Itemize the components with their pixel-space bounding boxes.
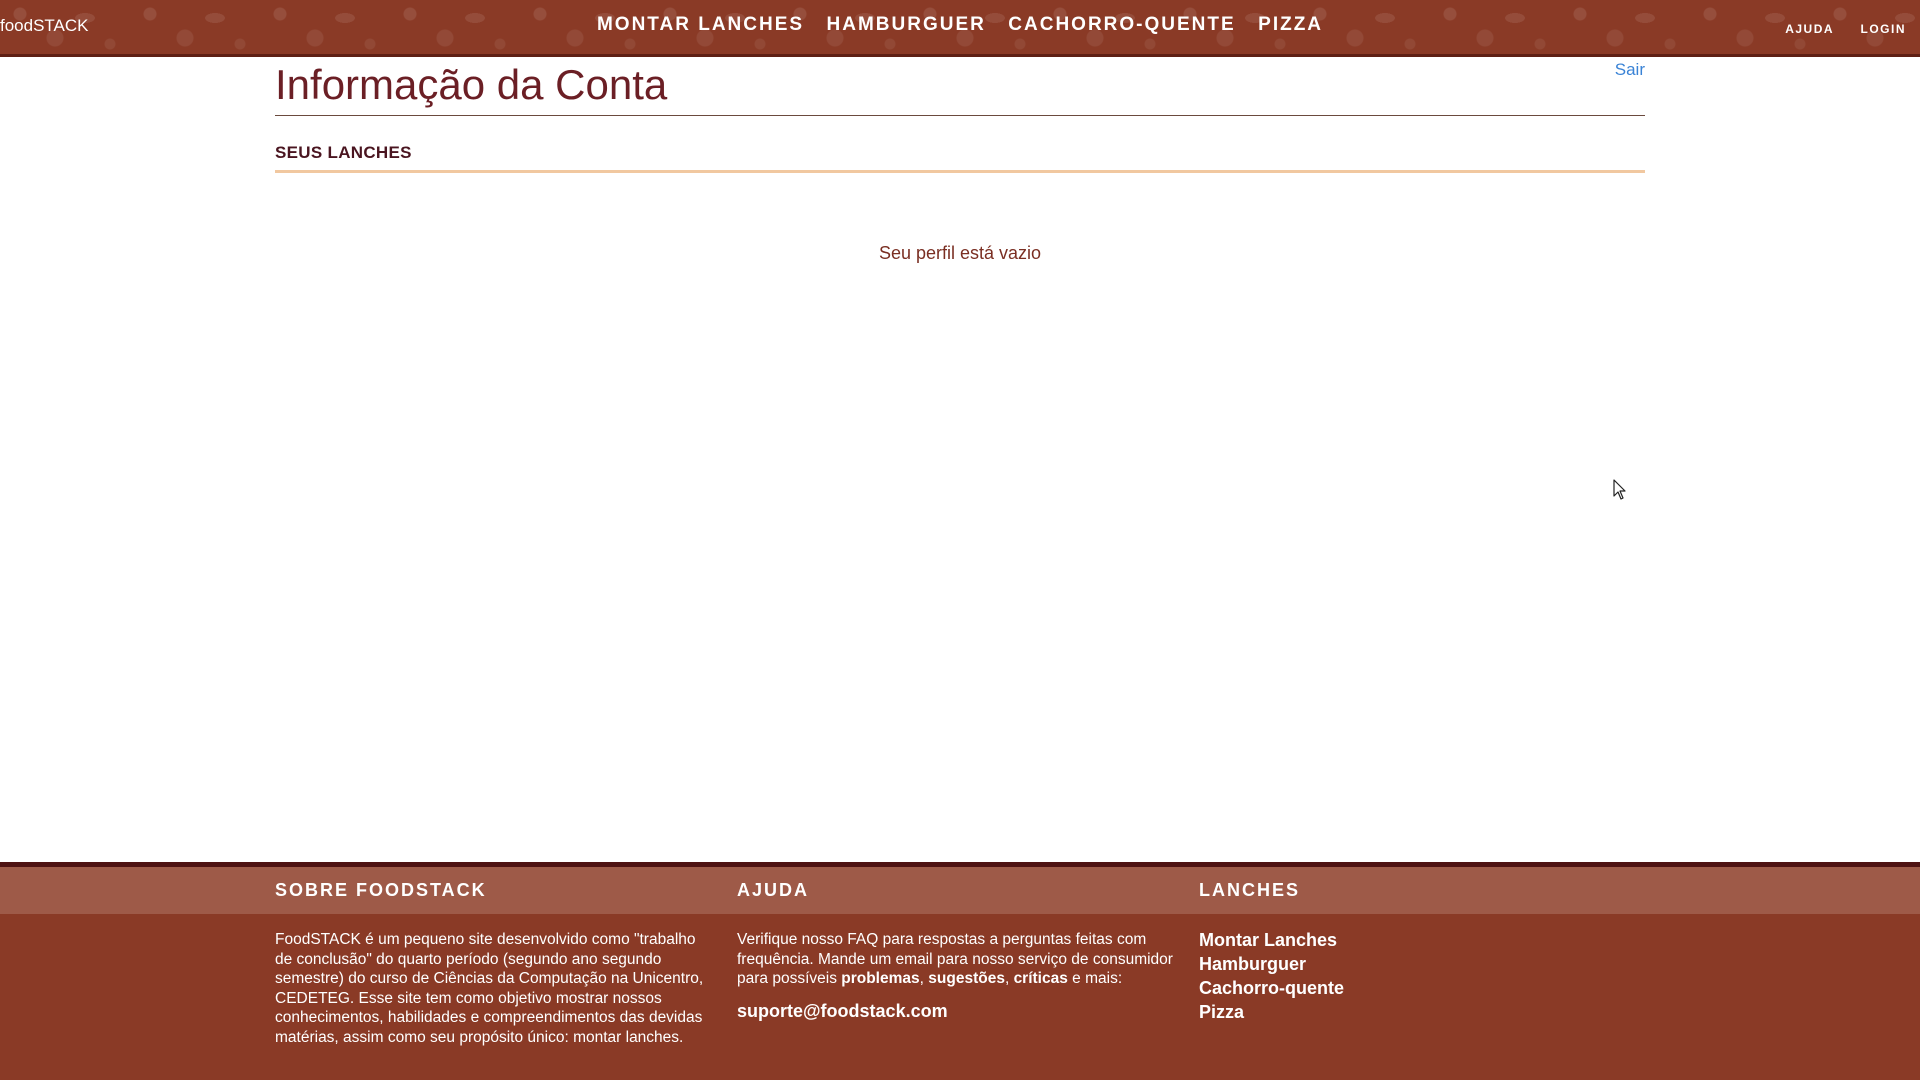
- list-item: Hamburguer: [1199, 954, 1639, 975]
- mouse-cursor-icon: [1613, 479, 1626, 500]
- footer-help-text: Verifique nosso FAQ para respostas a per…: [737, 930, 1177, 989]
- help-problems: problemas: [841, 970, 920, 987]
- help-text-after: e mais:: [1067, 970, 1123, 987]
- nav-pizza[interactable]: PIZZA: [1258, 14, 1323, 35]
- help-sep-2: ,: [1004, 970, 1014, 987]
- footer-link-montar-lanches[interactable]: Montar Lanches: [1199, 930, 1337, 950]
- nav-montar-lanches[interactable]: MONTAR LANCHES: [597, 14, 804, 35]
- section-divider: [275, 170, 1645, 173]
- title-divider: [275, 115, 1645, 116]
- support-email-link[interactable]: suporte@foodstack.com: [737, 1001, 1177, 1022]
- footer-help: AJUDA Verifique nosso FAQ para respostas…: [737, 867, 1177, 1022]
- footer-link-hamburguer[interactable]: Hamburguer: [1199, 954, 1306, 974]
- site-footer: SOBRE FOODSTACK FoodSTACK é um pequeno s…: [0, 862, 1920, 1080]
- nav-ajuda[interactable]: AJUDA: [1785, 22, 1834, 36]
- logout-link[interactable]: Sair: [1615, 60, 1645, 80]
- site-header: foodSTACK MONTAR LANCHES HAMBURGUER CACH…: [0, 0, 1920, 57]
- nav-cachorro-quente[interactable]: CACHORRO-QUENTE: [1008, 14, 1235, 35]
- help-sep-1: ,: [919, 970, 929, 987]
- footer-snacks: LANCHES Montar Lanches Hamburguer Cachor…: [1199, 867, 1639, 1026]
- main-nav: MONTAR LANCHES HAMBURGUER CACHORRO-QUENT…: [0, 14, 1920, 36]
- footer-link-pizza[interactable]: Pizza: [1199, 1002, 1244, 1022]
- footer-about: SOBRE FOODSTACK FoodSTACK é um pequeno s…: [275, 867, 715, 1047]
- list-item: Pizza: [1199, 1002, 1639, 1023]
- section-title: SEUS LANCHES: [275, 143, 412, 162]
- footer-about-title: SOBRE FOODSTACK: [275, 880, 487, 900]
- help-critiques: críticas: [1013, 970, 1068, 987]
- list-item: Montar Lanches: [1199, 930, 1639, 951]
- footer-link-cachorro-quente[interactable]: Cachorro-quente: [1199, 978, 1344, 998]
- aux-nav: AJUDA LOGIN: [1763, 20, 1906, 38]
- empty-profile-message: Seu perfil está vazio: [878, 243, 1042, 263]
- list-item: Cachorro-quente: [1199, 978, 1639, 999]
- nav-hamburguer[interactable]: HAMBURGUER: [827, 14, 986, 35]
- page-title: Informação da Conta: [275, 61, 668, 108]
- footer-snacks-title: LANCHES: [1199, 880, 1301, 900]
- account-content: Informação da Conta Sair SEUS LANCHES Se…: [275, 57, 1645, 264]
- help-suggestions: sugestões: [928, 970, 1005, 987]
- nav-login[interactable]: LOGIN: [1861, 22, 1907, 36]
- footer-snack-links: Montar Lanches Hamburguer Cachorro-quent…: [1199, 930, 1639, 1023]
- footer-help-title: AJUDA: [737, 880, 810, 900]
- footer-about-text: FoodSTACK é um pequeno site desenvolvido…: [275, 931, 704, 1046]
